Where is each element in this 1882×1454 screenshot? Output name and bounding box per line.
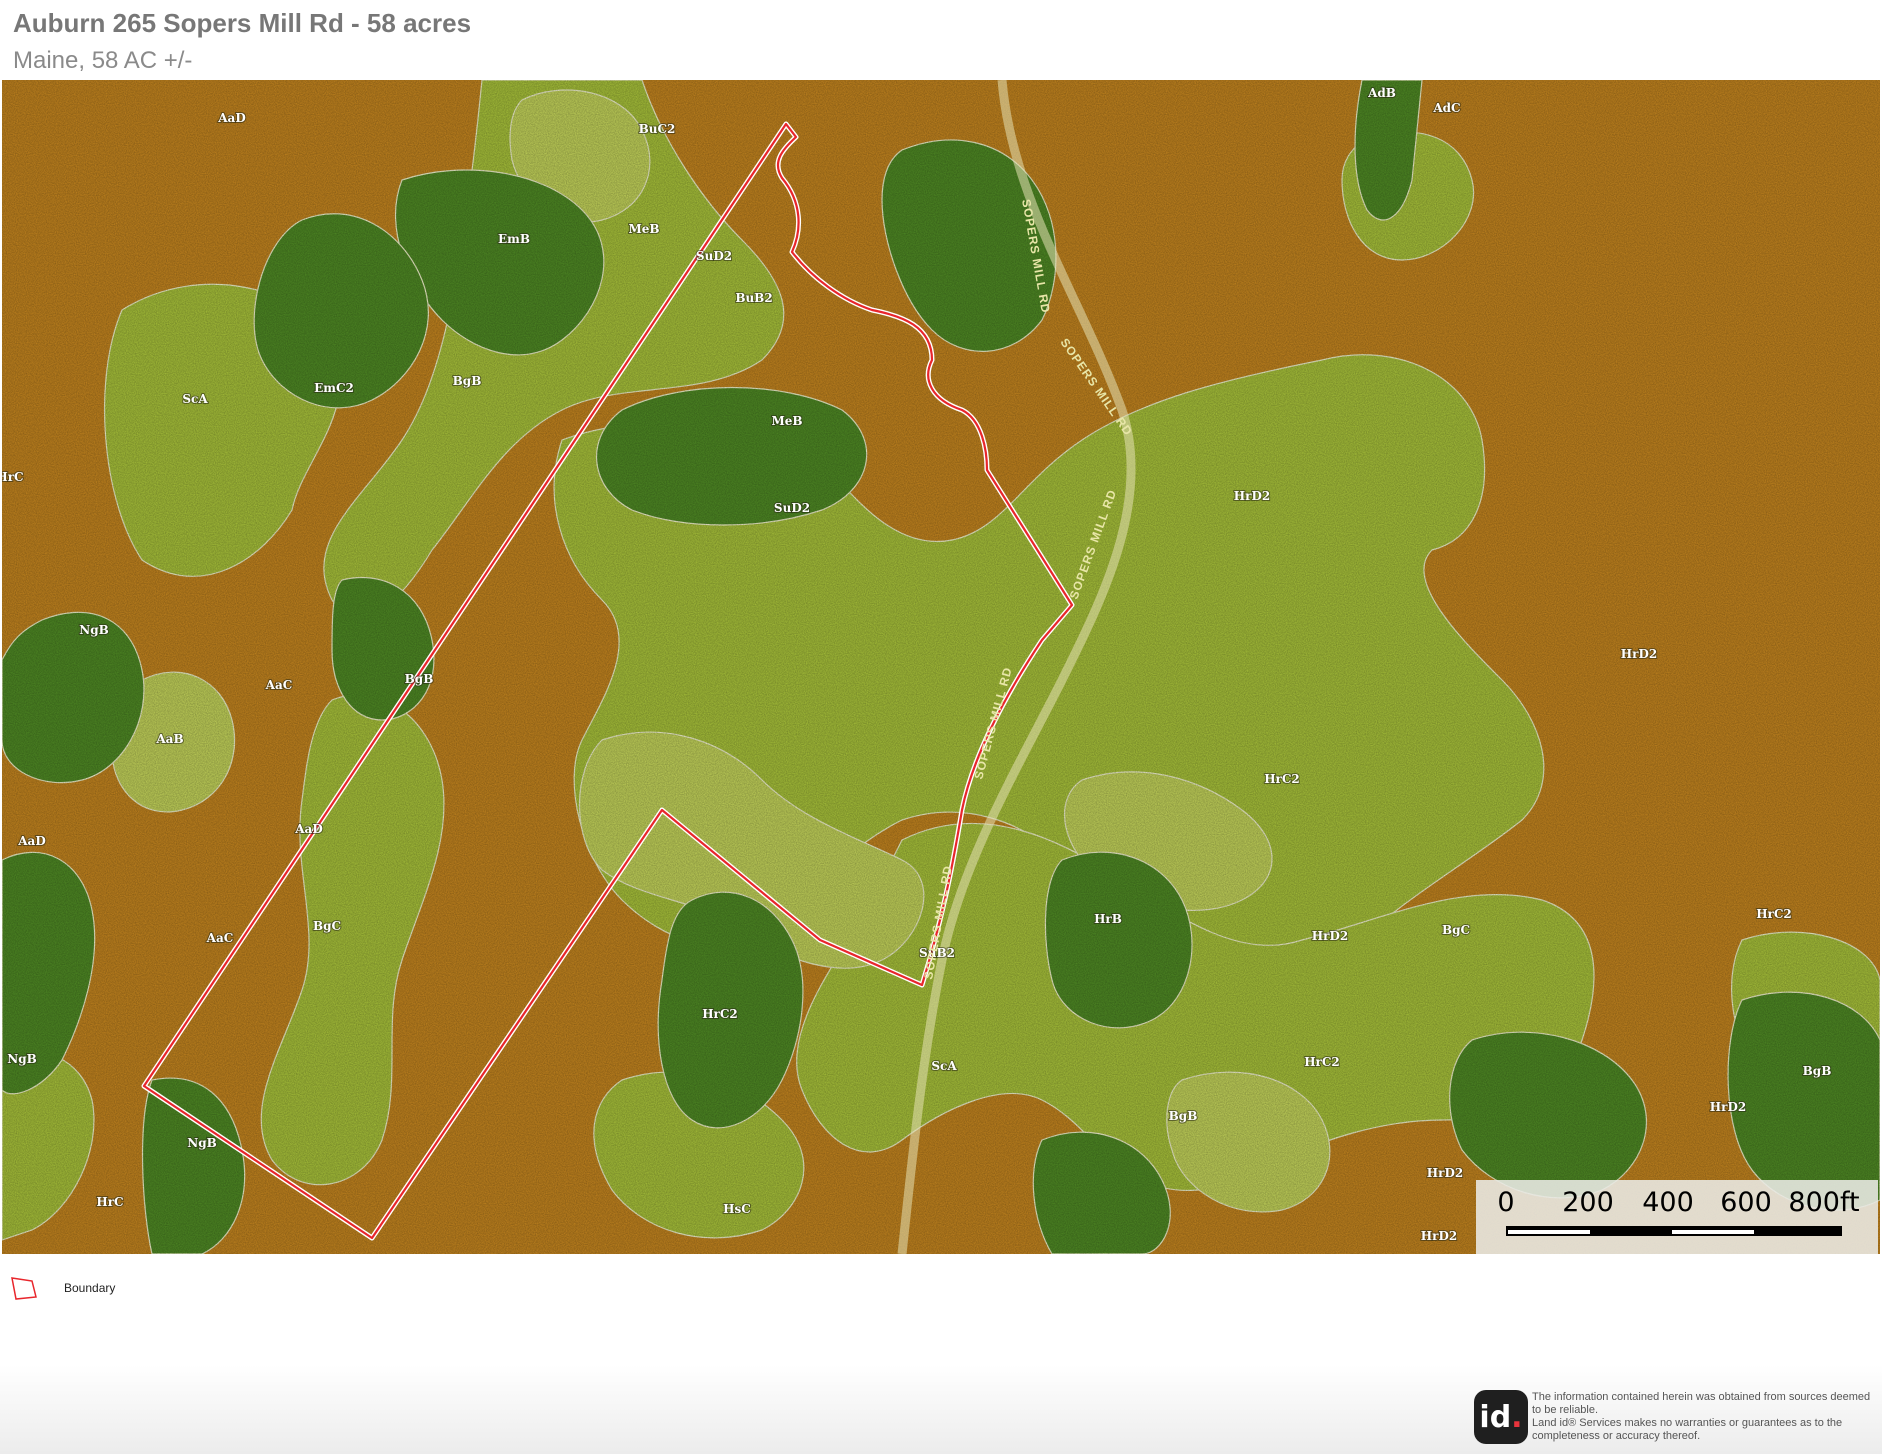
scale-tick-200: 200 [1562,1187,1614,1218]
soil-unit-label: BgC [313,919,341,933]
soil-unit-label: NgB [7,1052,37,1066]
soil-unit-label: AaD [294,822,323,836]
soil-map-canvas[interactable]: AaD BuC2 AdB AdC EmB MeB SuD2 BuB2 EmC2 BgB ScA MeB… [2,80,1880,1254]
soil-unit-label: HrD2 [1710,1100,1746,1114]
soil-unit-label: BgB [405,672,434,686]
soil-unit-label: AdC [1432,101,1460,115]
scale-segment [1672,1230,1754,1234]
soil-unit-label: HrC2 [1264,772,1300,786]
disclaimer-line-1: The information contained herein was obt… [1532,1391,1871,1416]
soil-unit-label: SuD2 [774,501,810,515]
boundary-polygon-icon [11,1277,37,1300]
aerial-texture [2,80,1880,1254]
soil-unit-label: HrD2 [1421,1229,1457,1243]
soil-unit-label: BgB [453,374,482,388]
soil-unit-label: BgC [1442,923,1470,937]
soil-unit-label: BuC2 [639,122,676,136]
soil-unit-label: MeB [628,222,659,236]
map-header: Auburn 265 Sopers Mill Rd - 58 acres Mai… [13,8,471,78]
soil-unit-label: BgB [1169,1109,1198,1123]
soil-unit-label: HrD2 [1621,647,1657,661]
soil-unit-label: NgB [187,1136,217,1150]
soil-unit-label: AaC [265,678,293,692]
page-subtitle: Maine, 58 AC +/- [13,47,193,74]
scale-tick-800: 800ft [1788,1187,1860,1218]
soil-unit-label: HrB [1094,912,1122,926]
scale-bar: 0 200 400 600 800ft [1476,1180,1878,1254]
soil-unit-label: HrC2 [1756,907,1792,921]
scale-line [1506,1226,1842,1236]
map-legend: Boundary [10,1275,115,1301]
logo-dot: . [1511,1399,1523,1435]
page-title: Auburn 265 Sopers Mill Rd - 58 acres [13,8,472,38]
soil-unit-label: EmB [498,232,530,246]
legend-label-boundary: Boundary [64,1281,116,1295]
scale-tick-0: 0 [1497,1187,1515,1218]
landid-logo: id. [1474,1390,1528,1444]
soil-map[interactable]: AaD BuC2 AdB AdC EmB MeB SuD2 BuB2 EmC2 BgB ScA MeB… [2,80,1880,1254]
soil-unit-label: ScA [931,1059,957,1073]
soil-unit-label: AaC [206,931,234,945]
disclaimer: The information contained herein was obt… [1532,1391,1880,1443]
soil-unit-label: NgB [79,623,109,637]
soil-unit-label: BgB [1803,1064,1832,1078]
soil-unit-label: HrD2 [1312,929,1348,943]
logo-text: id [1479,1399,1512,1435]
soil-unit-label: HrD2 [1234,489,1270,503]
soil-unit-label: AaB [155,732,183,746]
soil-unit-label: HrD2 [1427,1166,1463,1180]
soil-unit-label: HrC [96,1195,123,1209]
soil-unit-label: AaD [217,111,246,125]
soil-unit-label: HrC2 [1304,1055,1340,1069]
soil-unit-label: AdB [1367,86,1396,100]
soil-unit-label: EmC2 [314,381,354,395]
soil-unit-label: HsC [723,1202,751,1216]
soil-unit-label: HrC [2,470,24,484]
scale-tick-400: 400 [1642,1187,1694,1218]
soil-unit-label: HrC2 [702,1007,738,1021]
scale-segment [1508,1230,1590,1234]
soil-unit-label: MeB [771,414,802,428]
soil-unit-label: SuD2 [696,249,732,263]
soil-unit-label: BuB2 [735,291,772,305]
soil-unit-label: AaD [17,834,46,848]
disclaimer-line-2: Land id® Services makes no warranties or… [1532,1417,1843,1442]
scale-tick-600: 600 [1720,1187,1772,1218]
soil-unit-label: ScA [182,392,208,406]
